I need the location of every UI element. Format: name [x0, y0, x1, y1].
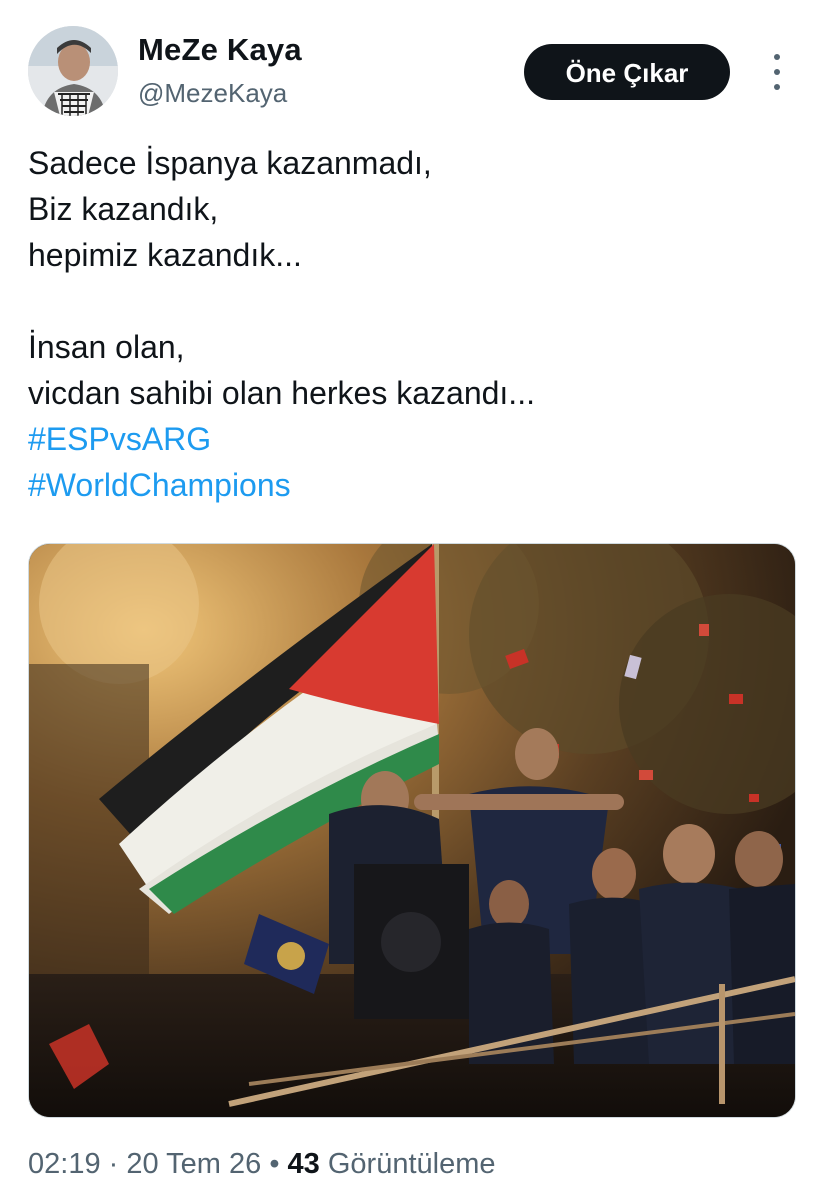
celebration-photo: [29, 544, 795, 1117]
hashtag-link[interactable]: #WorldChampions: [28, 462, 788, 508]
tweet-meta: 02:19 · 20 Tem 26 • 43 Görüntüleme: [28, 1144, 496, 1184]
tweet-line: hepimiz kazandık...: [28, 237, 302, 273]
tweet-date[interactable]: 20 Tem 26: [126, 1148, 261, 1180]
more-dot: [774, 84, 780, 90]
highlight-button[interactable]: Öne Çıkar: [524, 44, 730, 100]
tweet-text: Sadece İspanya kazanmadı, Biz kazandık, …: [28, 140, 788, 508]
tweet-photo[interactable]: [28, 543, 796, 1118]
views-count[interactable]: 43: [288, 1148, 320, 1180]
hashtag-link[interactable]: #ESPvsARG: [28, 416, 788, 462]
author-display-name[interactable]: MeZe Kaya: [138, 32, 302, 68]
meta-dot: •: [269, 1148, 280, 1180]
more-vertical-icon[interactable]: [762, 54, 792, 90]
views-label: Görüntüleme: [327, 1148, 496, 1180]
author-handle[interactable]: @MezeKaya: [138, 76, 302, 110]
tweet-line: İnsan olan,: [28, 329, 185, 365]
author-names: MeZe Kaya @MezeKaya: [138, 32, 302, 110]
person-avatar-icon: [28, 26, 118, 116]
tweet-line: Biz kazandık,: [28, 191, 219, 227]
tweet-header: MeZe Kaya @MezeKaya Öne Çıkar: [28, 24, 794, 120]
tweet-line: Sadece İspanya kazanmadı,: [28, 145, 432, 181]
more-dot: [774, 54, 780, 60]
avatar[interactable]: [28, 26, 118, 116]
more-dot: [774, 69, 780, 75]
tweet-time[interactable]: 02:19: [28, 1148, 101, 1180]
meta-separator: ·: [108, 1148, 119, 1180]
tweet-line: vicdan sahibi olan herkes kazandı...: [28, 375, 535, 411]
